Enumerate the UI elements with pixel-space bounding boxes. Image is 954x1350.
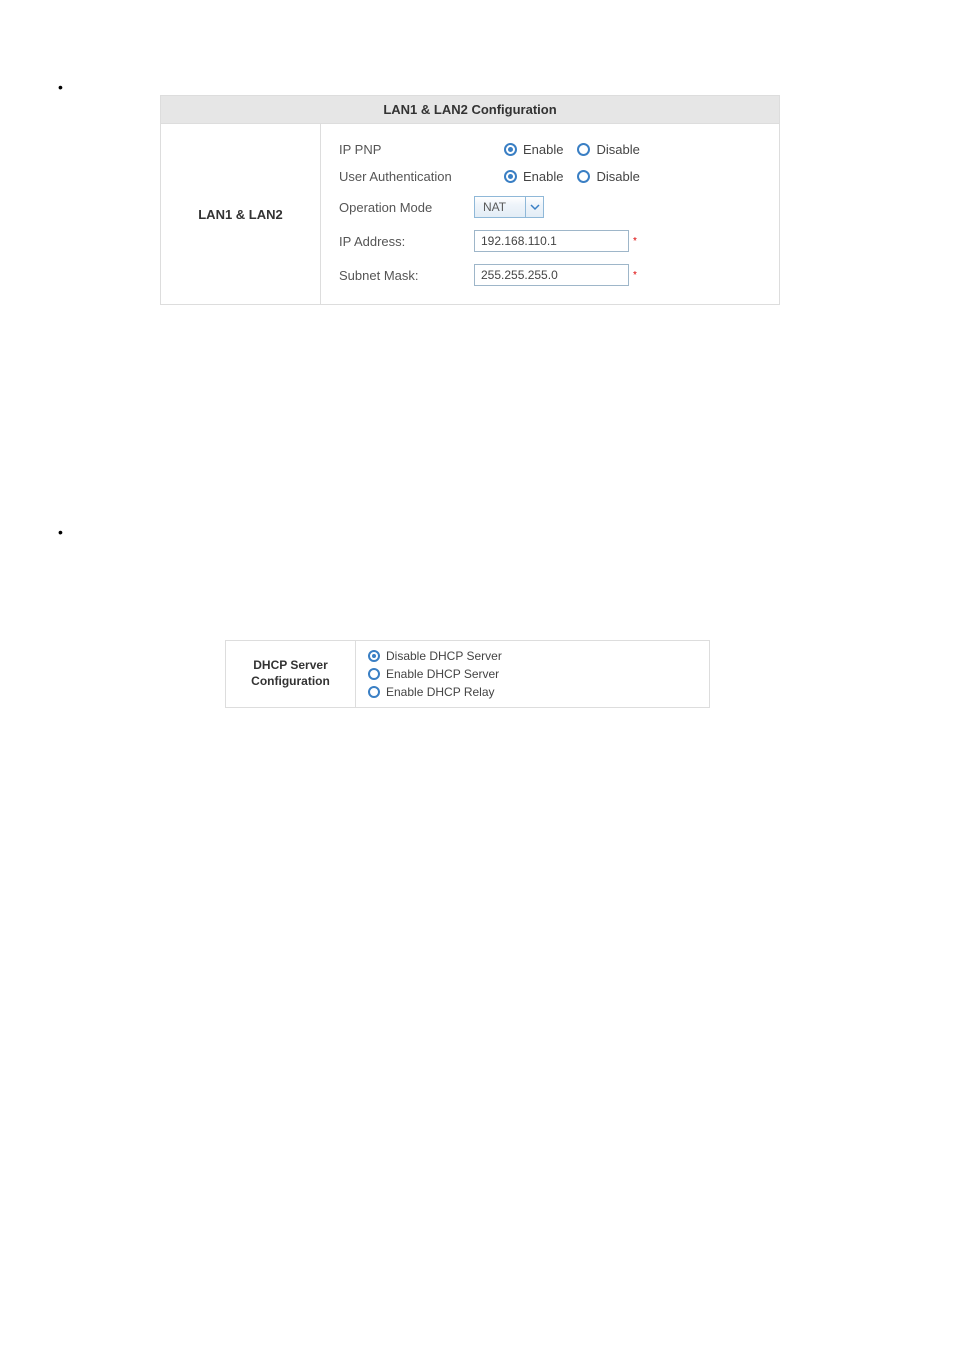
- ip-pnp-disable-radio[interactable]: [577, 143, 590, 156]
- ip-pnp-disable-text: Disable: [596, 142, 639, 157]
- subnet-mask-label: Subnet Mask:: [339, 268, 474, 283]
- dhcp-config-table: DHCP Server Configuration Disable DHCP S…: [225, 640, 710, 708]
- dhcp-disable-label: Disable DHCP Server: [386, 649, 502, 663]
- lan-config-header: LAN1 & LAN2 Configuration: [161, 96, 780, 124]
- op-mode-value: NAT: [475, 200, 525, 214]
- dhcp-enable-server-radio[interactable]: [368, 668, 380, 680]
- dhcp-enable-relay-label: Enable DHCP Relay: [386, 685, 495, 699]
- ip-pnp-enable-radio[interactable]: [504, 143, 517, 156]
- op-mode-label: Operation Mode: [339, 200, 474, 215]
- ip-pnp-enable-text: Enable: [523, 142, 563, 157]
- ip-address-input[interactable]: 192.168.110.1: [474, 230, 629, 252]
- ip-pnp-label: IP PNP: [339, 142, 474, 157]
- user-auth-disable-radio[interactable]: [577, 170, 590, 183]
- user-auth-enable-text: Enable: [523, 169, 563, 184]
- dhcp-section-label: DHCP Server Configuration: [226, 641, 356, 708]
- dhcp-enable-relay-radio[interactable]: [368, 686, 380, 698]
- dhcp-disable-radio[interactable]: [368, 650, 380, 662]
- required-mark-icon: *: [633, 236, 637, 247]
- subnet-mask-input[interactable]: 255.255.255.0: [474, 264, 629, 286]
- chevron-down-icon: [525, 197, 543, 217]
- ip-address-label: IP Address:: [339, 234, 474, 249]
- user-auth-label: User Authentication: [339, 169, 474, 184]
- dhcp-enable-server-label: Enable DHCP Server: [386, 667, 499, 681]
- op-mode-select[interactable]: NAT: [474, 196, 544, 218]
- user-auth-disable-text: Disable: [596, 169, 639, 184]
- lan-section-label: LAN1 & LAN2: [161, 124, 321, 305]
- lan-config-table: LAN1 & LAN2 Configuration LAN1 & LAN2 IP…: [160, 95, 780, 305]
- user-auth-enable-radio[interactable]: [504, 170, 517, 183]
- required-mark-icon: *: [633, 270, 637, 281]
